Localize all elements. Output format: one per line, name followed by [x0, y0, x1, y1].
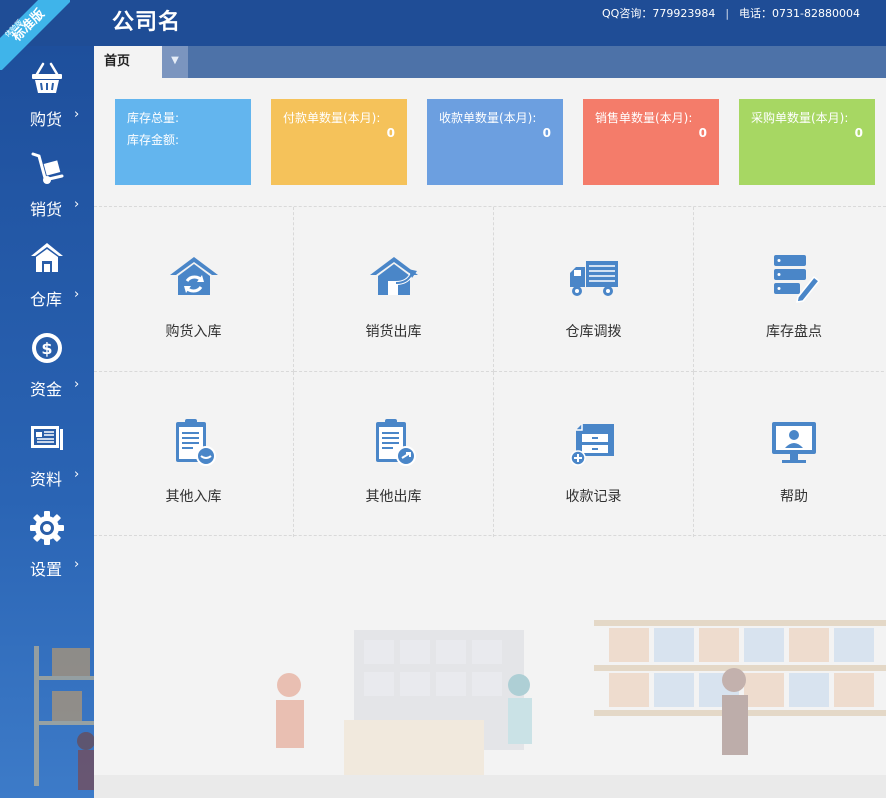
tile-label: 帮助 [780, 489, 808, 505]
stat-value: 0 [542, 126, 551, 140]
stat-value: 0 [854, 126, 863, 140]
chevron-right-icon: › [74, 287, 80, 302]
qq-label: QQ咨询： [602, 7, 653, 20]
sidebar-item-settings[interactable]: 设置 › [0, 506, 94, 592]
contact-divider: | [725, 6, 730, 20]
tile-purchase-in[interactable]: 购货入库 [94, 207, 294, 372]
stat-value: 0 [386, 126, 395, 140]
tile-label: 库存盘点 [766, 324, 822, 340]
stat-label: 销售单数量(本月): [595, 111, 693, 125]
sidebar-item-label: 设置 [30, 560, 63, 579]
tile-label: 购货入库 [165, 324, 222, 340]
documents-icon [31, 426, 63, 450]
tile-label: 销货出库 [365, 324, 422, 340]
sidebar-item-label: 仓库 [30, 290, 63, 309]
monitor-user-icon [772, 422, 816, 463]
edition-ribbon: 体验版 标准版 [0, 0, 70, 70]
tile-stocktake[interactable]: 库存盘点 [694, 207, 886, 372]
quick-action-grid: 购货入库 销货出库 仓库调拨 库存盘点 其他入库 其他出库 收款记录 帮助 [94, 206, 886, 537]
tile-help[interactable]: 帮助 [694, 372, 886, 537]
chevron-right-icon: › [74, 557, 80, 572]
shelf-illustration [34, 646, 94, 790]
chevron-right-icon: › [74, 107, 80, 122]
clipboard-in-icon [176, 419, 216, 466]
gear-icon [30, 511, 64, 545]
sidebar: 购货 › 销货 › 仓库 › $ 资金 › 资料 › 设置 › [0, 46, 94, 798]
stat-card-receipts: 收款单数量(本月): 0 [427, 99, 563, 185]
server-pencil-icon [774, 255, 820, 303]
qq-number[interactable]: 779923984 [652, 7, 715, 20]
tile-transfer[interactable]: 仓库调拨 [494, 207, 694, 372]
company-name: 公司名 [112, 10, 182, 35]
chevron-right-icon: › [74, 377, 80, 392]
cash-drawer-icon [570, 424, 614, 466]
stat-card-inventory: 库存总量: 库存金额: [115, 99, 251, 185]
house-out-icon [370, 257, 418, 295]
stat-label: 库存金额: [127, 133, 180, 147]
tile-other-out[interactable]: 其他出库 [294, 372, 494, 537]
warehouse-icon [31, 243, 63, 272]
stat-card-sales: 销售单数量(本月): 0 [583, 99, 719, 185]
phone-number: 0731-82880004 [772, 6, 860, 20]
tile-label: 仓库调拨 [565, 324, 622, 340]
top-header: 公司名 QQ咨询： 779923984 | 电话： 0731-82880004 [0, 0, 886, 46]
tile-label: 其他出库 [365, 489, 422, 505]
tab-bar: 首页 ▼ [94, 46, 886, 78]
house-in-icon [170, 257, 218, 295]
tile-label: 其他入库 [165, 489, 222, 505]
stat-value: 0 [698, 126, 707, 140]
stat-label: 库存总量: [127, 111, 180, 125]
chevron-right-icon: › [74, 467, 80, 482]
tile-other-in[interactable]: 其他入库 [94, 372, 294, 537]
svg-text:$: $ [41, 339, 52, 358]
sidebar-item-label: 资料 [30, 470, 63, 489]
sidebar-item-funds[interactable]: $ 资金 › [0, 326, 94, 412]
tile-label: 收款记录 [565, 489, 622, 505]
warehouse-background-illustration [94, 620, 886, 798]
stat-card-purchases: 采购单数量(本月): 0 [739, 99, 875, 185]
contact-info: QQ咨询： 779923984 | 电话： 0731-82880004 [602, 5, 860, 21]
truck-icon [570, 261, 618, 296]
sidebar-item-label: 购货 [30, 110, 63, 129]
sidebar-item-label: 资金 [30, 380, 63, 399]
stat-label: 付款单数量(本月): [283, 111, 381, 125]
stat-label: 采购单数量(本月): [751, 111, 849, 125]
hand-truck-icon [31, 152, 64, 184]
tile-sales-out[interactable]: 销货出库 [294, 207, 494, 372]
sidebar-item-sales[interactable]: 销货 › [0, 146, 94, 232]
tile-receipt-records[interactable]: 收款记录 [494, 372, 694, 537]
phone-label: 电话： [739, 7, 773, 20]
chevron-right-icon: › [74, 197, 80, 212]
stat-card-payments: 付款单数量(本月): 0 [271, 99, 407, 185]
clipboard-out-icon [376, 419, 416, 466]
sidebar-item-label: 销货 [30, 200, 63, 219]
chevron-down-icon[interactable]: ▼ [162, 46, 188, 78]
tab-home[interactable]: 首页 [94, 46, 162, 78]
sidebar-item-warehouse[interactable]: 仓库 › [0, 236, 94, 322]
sidebar-item-data[interactable]: 资料 › [0, 416, 94, 502]
dollar-coin-icon: $ [32, 333, 62, 363]
stat-label: 收款单数量(本月): [439, 111, 537, 125]
